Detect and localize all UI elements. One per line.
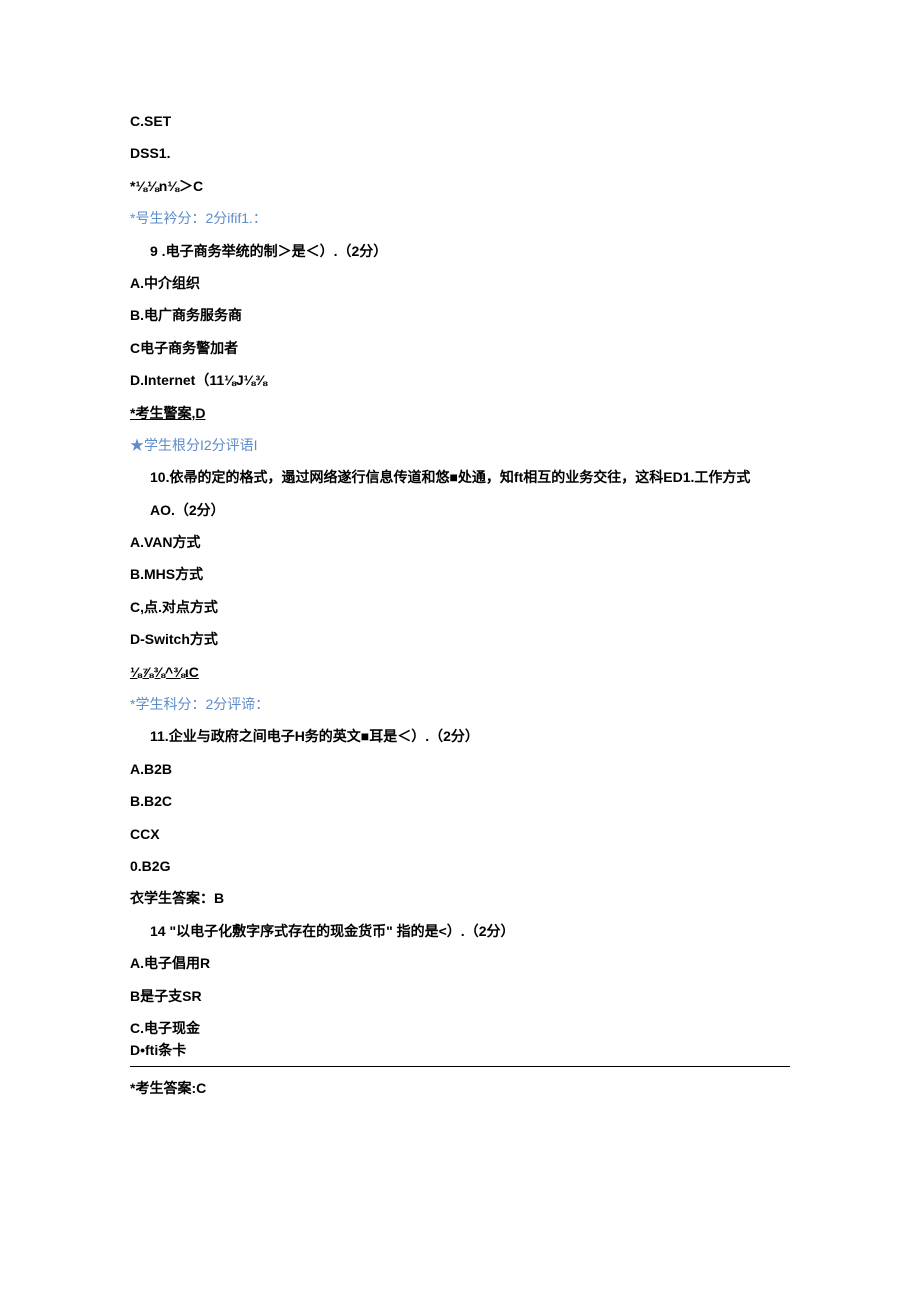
option-c-set: C.SET (130, 110, 790, 132)
garbled-line-1: *⅛⅛n⅛＞C (130, 175, 790, 197)
option-dss1: DSS1. (130, 142, 790, 164)
q11-option-a: A.B2B (130, 758, 790, 780)
q14-answer: *考生答案:C (130, 1077, 790, 1099)
score-comment-2: ★学生根分I2分评语I (130, 434, 790, 456)
q10-answer: ⅛⅞⅜^⅜ιC (130, 661, 790, 683)
q10-option-d: D-Switch方式 (130, 628, 790, 650)
q10-option-a: A.VAN方式 (130, 531, 790, 553)
q9-option-d: D.Internet（11⅛J⅛⅜ (130, 369, 790, 391)
q11-option-c: CCX (130, 823, 790, 845)
q9-option-a: A.中介组织 (130, 272, 790, 294)
question-11: 11.企业与政府之间电子H务的英文■耳是＜）.（2分） (130, 725, 790, 747)
q14-option-c: C.电子现金 (130, 1017, 790, 1039)
q9-answer: *考生警案,D (130, 402, 790, 424)
q10-option-c: C,点.对点方式 (130, 596, 790, 618)
question-10-line1: 10.依帚的定的格式，遢过网络遂行信息传道和悠■处通，知ft相互的业务交往，这科… (130, 466, 790, 488)
question-10-line2: AO.（2分） (130, 499, 790, 521)
q10-option-b: B.MHS方式 (130, 563, 790, 585)
q11-option-d: 0.B2G (130, 855, 790, 877)
q14-option-a: A.电子倡用R (130, 952, 790, 974)
q14-option-b: B是子支SR (130, 985, 790, 1007)
question-14: 14 "以电子化敷字序式存在的现金货币" 指的是<）.（2分） (130, 920, 790, 942)
question-9: 9 .电子商务举统的制＞是＜）.（2分） (130, 240, 790, 262)
q11-option-b: B.B2C (130, 790, 790, 812)
q11-answer: 衣学生答案：B (130, 887, 790, 909)
q9-option-c: C电子商务警加者 (130, 337, 790, 359)
q14-option-d: D•fti条卡 (130, 1039, 790, 1061)
q9-option-b: B.电广商务服务商 (130, 304, 790, 326)
score-comment-1: *号生衿分：2分ifif1.： (130, 207, 790, 229)
score-comment-3: *学生科分：2分评谛： (130, 693, 790, 715)
divider (130, 1066, 790, 1067)
